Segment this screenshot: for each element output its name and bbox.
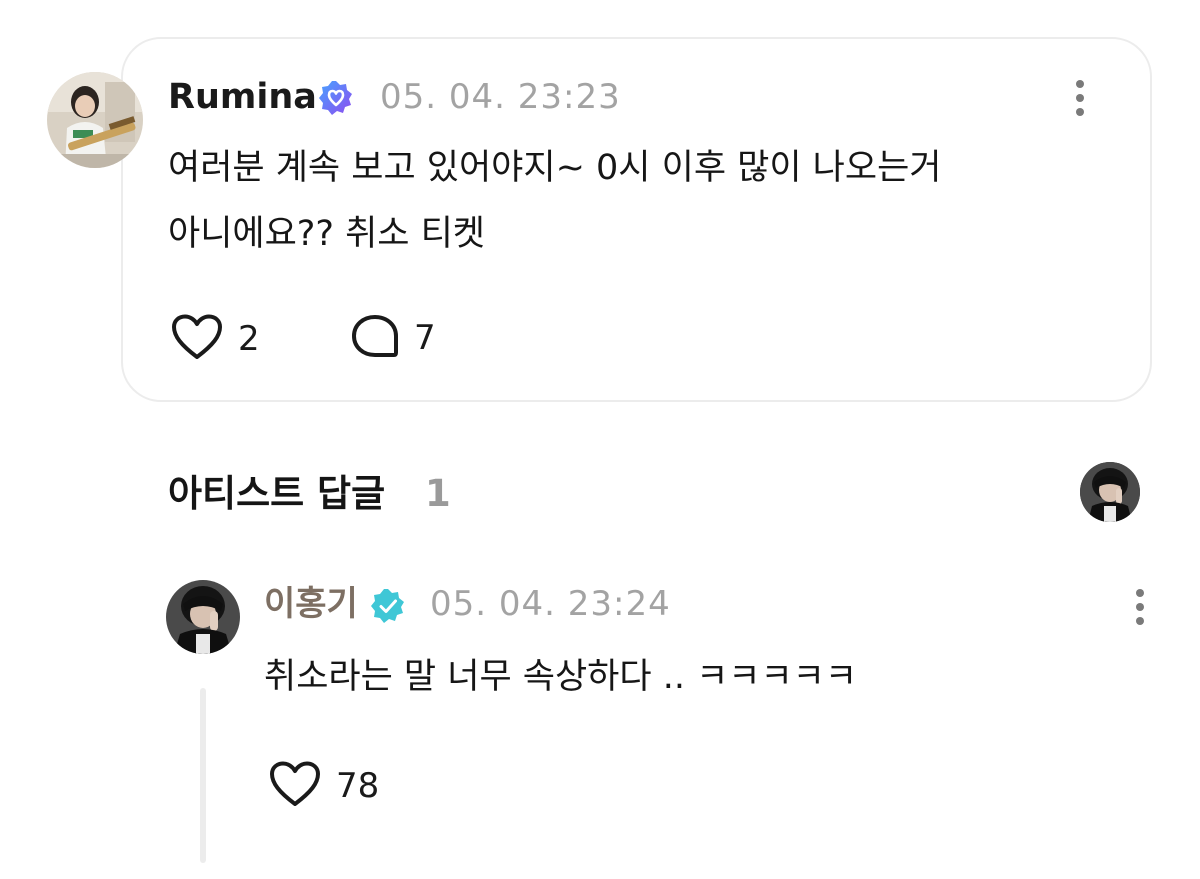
post-comment-count: 7 xyxy=(414,318,436,358)
reply-author-name[interactable]: 이홍기 xyxy=(264,584,358,624)
comment-thread: Rumina 05. 04. 23:23 여러분 계속 보고 있어야지~ 0시 … xyxy=(0,0,1200,879)
reply-like-button[interactable]: 78 xyxy=(268,760,379,812)
post-author-name[interactable]: Rumina xyxy=(168,77,317,117)
artist-avatar-small[interactable] xyxy=(1080,462,1140,522)
post-text-line: 여러분 계속 보고 있어야지~ 0시 이후 많이 나오는거 xyxy=(168,148,942,188)
verified-badge-icon xyxy=(318,80,354,116)
post-author-avatar[interactable] xyxy=(47,72,143,168)
reply-timestamp: 05. 04. 23:24 xyxy=(430,584,671,624)
post-more-vertical-icon[interactable] xyxy=(1070,76,1090,120)
comment-bubble-icon xyxy=(350,313,400,363)
verified-badge-icon xyxy=(370,588,406,624)
post-comment-button[interactable]: 7 xyxy=(350,313,436,363)
post-text-line: 아니에요?? 취소 티켓 xyxy=(168,214,486,254)
heart-icon xyxy=(268,760,322,812)
reply-text: 취소라는 말 너무 속상하다 .. ㅋㅋㅋㅋㅋ xyxy=(264,657,858,697)
artist-reply-count: 1 xyxy=(425,472,451,515)
post-like-count: 2 xyxy=(238,319,260,359)
reply-more-vertical-icon[interactable] xyxy=(1130,585,1150,629)
artist-reply-title: 아티스트 답글 xyxy=(168,472,386,515)
post-timestamp: 05. 04. 23:23 xyxy=(380,77,621,117)
reply-author-avatar[interactable] xyxy=(166,580,240,654)
reply-like-count: 78 xyxy=(336,766,380,806)
reply-thread-line xyxy=(200,688,206,863)
post-like-button[interactable]: 2 xyxy=(170,313,260,365)
heart-icon xyxy=(170,313,224,365)
